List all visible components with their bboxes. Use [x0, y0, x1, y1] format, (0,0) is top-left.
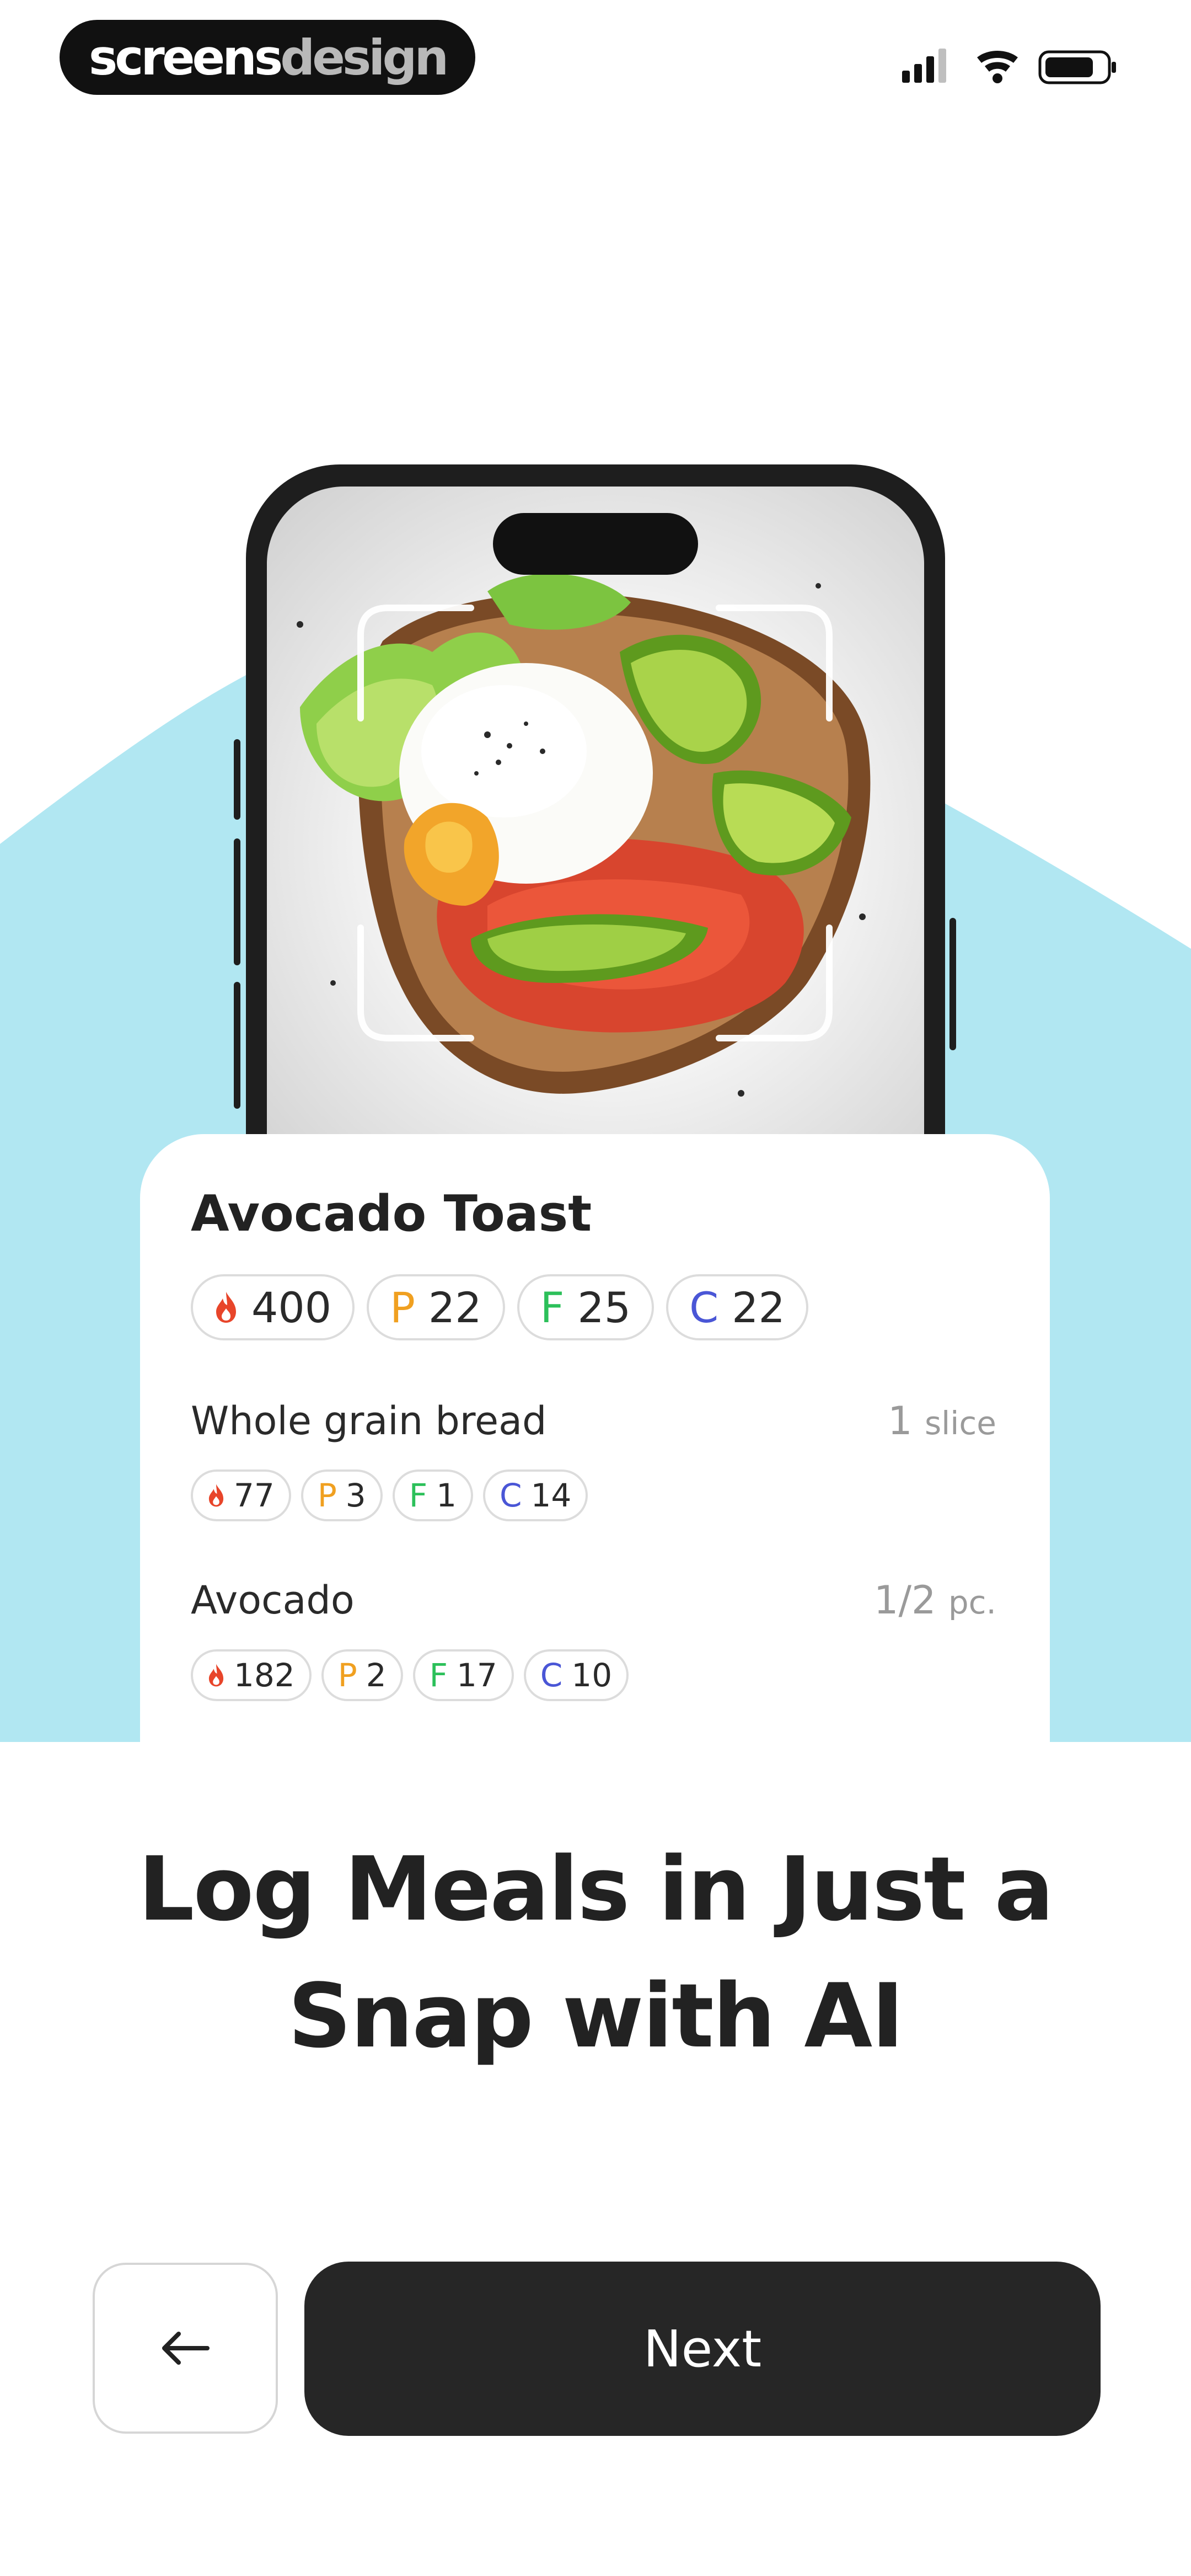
wifi-icon — [977, 51, 1018, 83]
protein-pill: P 22 — [367, 1274, 505, 1340]
cellular-signal-icon — [902, 49, 946, 83]
item-quantity: 1 slice — [888, 1398, 996, 1444]
screensdesign-logo: screens design — [60, 20, 475, 95]
phone-side-button — [234, 838, 240, 965]
carbs-value: 22 — [732, 1282, 785, 1332]
calories-pill: 77 — [191, 1469, 291, 1521]
protein-pill: P2 — [321, 1649, 403, 1701]
carbs-pill: C 10 — [523, 1649, 629, 1701]
status-bar — [902, 49, 1116, 84]
carbs-letter: C — [689, 1282, 719, 1332]
carbs-pill: C 22 — [666, 1274, 808, 1340]
fat-letter: F — [540, 1282, 565, 1332]
next-button[interactable]: Next — [304, 2262, 1101, 2436]
calories-pill: 182 — [191, 1649, 312, 1701]
item-quantity: 1/2 pc. — [873, 1578, 996, 1623]
onboarding-headline: Log Meals in Just a Snap with AI — [138, 1837, 1054, 2067]
item-name: Whole grain bread — [191, 1398, 547, 1444]
item-macros: 77 P3 F1 C 14 — [191, 1469, 588, 1521]
fat-pill: F 25 — [517, 1274, 654, 1340]
calories-value: 400 — [251, 1282, 332, 1332]
item-macros: 182 P2 F 17 C 10 — [191, 1649, 629, 1701]
flame-icon — [208, 1484, 224, 1507]
item-name: Avocado — [191, 1578, 355, 1623]
phone-side-button — [234, 739, 240, 820]
fat-pill: F 17 — [412, 1649, 514, 1701]
meal-macros: 400 P 22 F 25 C 22 — [191, 1274, 808, 1340]
arrow-left-icon — [162, 2332, 210, 2365]
calories-pill: 400 — [191, 1274, 355, 1340]
fat-value: 25 — [577, 1282, 631, 1332]
protein-letter: P — [390, 1282, 415, 1332]
meal-title: Avocado Toast — [191, 1185, 592, 1243]
flame-icon — [208, 1664, 224, 1687]
carbs-pill: C 14 — [482, 1469, 588, 1521]
food-photo — [267, 487, 924, 1204]
back-button[interactable] — [93, 2263, 278, 2434]
battery-icon — [1038, 50, 1116, 84]
flame-icon — [216, 1292, 236, 1323]
phone-side-button — [234, 982, 240, 1109]
protein-value: 22 — [428, 1282, 482, 1332]
dynamic-island — [493, 513, 698, 575]
protein-pill: P3 — [301, 1469, 383, 1521]
fat-pill: F1 — [392, 1469, 473, 1521]
phone-side-button — [949, 918, 956, 1050]
